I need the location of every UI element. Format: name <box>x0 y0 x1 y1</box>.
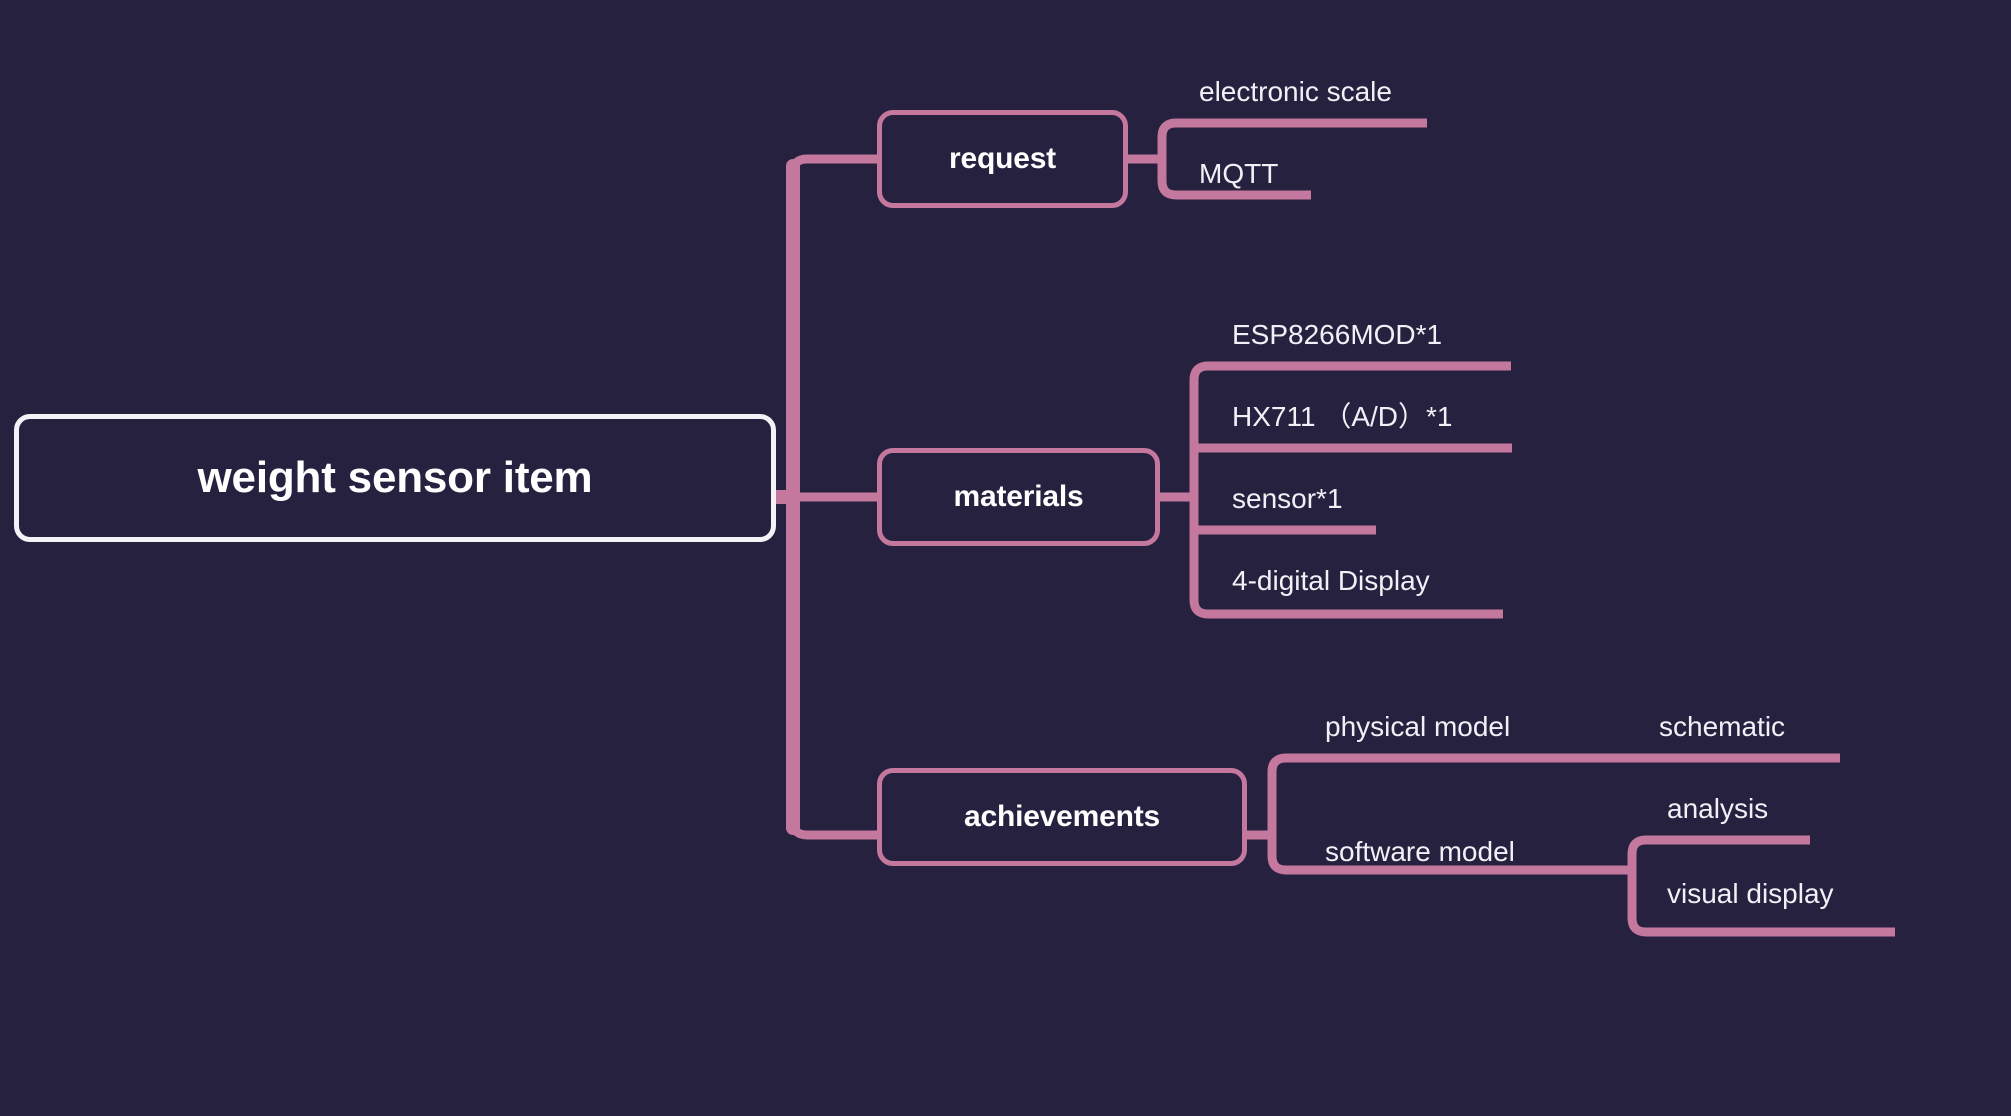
mindmap-canvas: weight sensor item request materials ach… <box>0 0 2011 1116</box>
root-node-label: weight sensor item <box>197 453 593 502</box>
branch-node-achievements[interactable]: achievements <box>877 768 1247 866</box>
leaf-label-visual-display[interactable]: visual display <box>1667 880 1834 908</box>
leaf-label-sensor[interactable]: sensor*1 <box>1232 485 1343 513</box>
wire-spine-to-request <box>788 154 877 174</box>
leaf-label-hx711[interactable]: HX711 （A/D）*1 <box>1232 403 1452 431</box>
root-node-weight-sensor-item[interactable]: weight sensor item <box>14 414 776 542</box>
leaf-label-schematic[interactable]: schematic <box>1659 713 1785 741</box>
leaf-label-electronic-scale[interactable]: electronic scale <box>1199 78 1392 106</box>
branch-node-materials-label: materials <box>953 480 1084 513</box>
branch-node-request[interactable]: request <box>877 110 1128 208</box>
leaf-label-analysis[interactable]: analysis <box>1667 795 1768 823</box>
leaf-label-4-digital-display[interactable]: 4-digital Display <box>1232 567 1430 595</box>
wire-spine-to-achievements <box>788 820 877 840</box>
branch-node-request-label: request <box>949 142 1056 175</box>
leaf-label-physical-model[interactable]: physical model <box>1325 713 1510 741</box>
leaf-label-esp8266mod[interactable]: ESP8266MOD*1 <box>1232 321 1442 349</box>
branch-node-achievements-label: achievements <box>963 800 1161 833</box>
leaf-label-mqtt[interactable]: MQTT <box>1199 160 1278 188</box>
leaf-label-software-model[interactable]: software model <box>1325 838 1515 866</box>
branch-node-materials[interactable]: materials <box>877 448 1160 546</box>
